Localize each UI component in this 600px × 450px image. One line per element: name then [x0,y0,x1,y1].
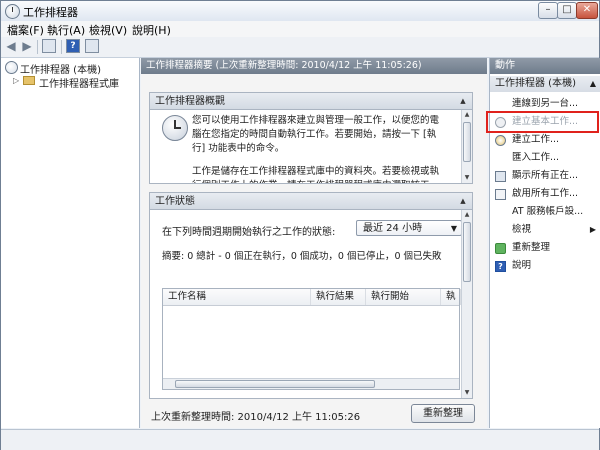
status-summary: 摘要: 0 總計 - 0 個正在執行，0 個成功，0 個已停止，0 個已失敗 [162,251,442,262]
column-header-start[interactable]: 執行開始 [366,289,441,305]
maximize-button[interactable]: □ [557,2,577,19]
history-icon [495,189,506,200]
collapse-icon[interactable]: ▲ [590,76,596,92]
status-title-text: 工作狀態 [155,196,195,207]
action-display-running[interactable]: 顯示所有正在... [490,168,600,184]
actions-header: 動作 [490,58,600,74]
create-task-icon [495,135,506,146]
action-enable-history[interactable]: 啟用所有工作... [490,186,600,202]
summary-header: 工作排程器摘要 (上次重新整理時間: 2010/4/12 上午 11:05:26… [141,58,487,74]
show-tree-icon[interactable] [42,39,56,53]
action-create-task[interactable]: 建立工作... [490,132,600,148]
tree-item-library[interactable]: ▷ 工作排程器程式庫 [1,75,139,90]
status-title[interactable]: 工作狀態 ▲ [150,193,472,210]
task-status-section: 工作狀態 ▲ 在下列時間週期開始執行之工作的狀態: 最近 24 小時 ▼ 摘要:… [149,192,473,399]
action-label: 啟用所有工作... [512,188,579,199]
clock-icon [5,4,20,19]
scroll-thumb[interactable] [175,380,375,388]
action-view[interactable]: 檢視 ▶ [490,222,600,238]
tree-item-root[interactable]: 工作排程器 (本機) [1,61,139,76]
action-label: AT 服務帳戶設... [512,206,584,217]
clock-icon [5,61,18,74]
actions-group-title: 工作排程器 (本機) [495,78,576,89]
title-bar: 工作排程器 – □ ✕ [1,1,599,22]
period-select[interactable]: 最近 24 小時 ▼ [356,220,462,236]
running-tasks-icon [495,171,506,182]
folder-icon [23,76,35,85]
close-button[interactable]: ✕ [576,2,598,19]
scroll-thumb[interactable] [463,122,471,162]
toolbar-separator [37,40,38,54]
overview-title-text: 工作排程器概觀 [155,96,225,107]
action-label: 連線到另一台... [512,98,579,109]
window-title: 工作排程器 [23,6,78,19]
toolbar-separator [61,40,62,54]
action-label: 重新整理 [512,242,551,253]
help-icon: ? [495,261,506,272]
action-connect[interactable]: 連線到另一台... [490,96,600,112]
tree-item-label: 工作排程器 (本機) [20,65,101,76]
tree-item-label: 工作排程器程式庫 [39,79,119,90]
period-select-value: 最近 24 小時 [363,223,423,234]
scroll-up-arrow-icon[interactable]: ▲ [462,110,472,120]
action-label: 說明 [512,260,532,271]
table-header: 工作名稱 執行結果 執行開始 執 [163,289,461,306]
collapse-icon[interactable]: ▲ [458,96,468,106]
overview-paragraph: 您可以使用工作排程器來建立與管理一般工作，以便您的電腦在您指定的時間自動執行工作… [192,115,440,154]
toolbar: ◀ ▶ ? [1,37,599,58]
status-period-label: 在下列時間週期開始執行之工作的狀態: [162,227,336,238]
scroll-up-arrow-icon[interactable]: ▲ [462,210,472,220]
column-header-task-name[interactable]: 工作名稱 [163,289,311,305]
action-at-service-account[interactable]: AT 服務帳戶設... [490,204,600,220]
overview-paragraph: 工作是儲存在工作排程器程式庫中的資料夾。若要檢視或執行個別工作上的作業，請在工作… [192,166,440,183]
actions-group-header[interactable]: 工作排程器 (本機) ▲ [490,76,600,92]
menu-help[interactable]: 說明(H) [132,22,171,38]
overview-section: 工作排程器概觀 ▲ 您可以使用工作排程器來建立與管理一般工作，以便您的電腦在您指… [149,92,473,184]
task-scheduler-window: 工作排程器 – □ ✕ 檔案(F) 執行(A) 檢視(V) 說明(H) ◀ ▶ … [0,0,600,450]
last-refresh-text: 上次重新整理時間: 2010/4/12 上午 11:05:26 [151,412,361,423]
refresh-button[interactable]: 重新整理 [411,404,475,423]
table-horizontal-scrollbar[interactable] [163,378,459,389]
expand-arrow-icon[interactable]: ▷ [13,76,19,85]
submenu-arrow-icon: ▶ [589,225,596,234]
summary-pane: 工作排程器摘要 (上次重新整理時間: 2010/4/12 上午 11:05:26… [141,58,487,428]
overview-scrollbar[interactable]: ▲ ▼ [461,110,472,183]
minimize-button[interactable]: – [538,2,558,19]
menu-action[interactable]: 執行(A) [47,22,85,38]
scroll-thumb[interactable] [463,222,471,282]
back-arrow-icon[interactable]: ◀ [4,40,18,53]
action-label: 匯入工作... [512,152,560,163]
overview-text: 您可以使用工作排程器來建立與管理一般工作，以便您的電腦在您指定的時間自動執行工作… [192,114,448,183]
action-import-task[interactable]: 匯入工作... [490,150,600,166]
help-icon[interactable]: ? [66,39,80,53]
action-help[interactable]: ? 說明 [490,258,600,274]
forward-arrow-icon[interactable]: ▶ [20,40,34,53]
menu-bar: 檔案(F) 執行(A) 檢視(V) 說明(H) [1,21,599,37]
clock-icon [162,115,188,141]
column-header-next[interactable]: 執 [441,289,461,305]
overview-title[interactable]: 工作排程器概觀 ▲ [150,93,472,110]
action-refresh[interactable]: 重新整理 [490,240,600,256]
action-label: 建立工作... [512,134,560,145]
menu-file[interactable]: 檔案(F) [7,22,44,38]
scroll-down-arrow-icon[interactable]: ▼ [462,388,472,398]
status-bar [1,429,599,450]
status-scrollbar[interactable]: ▲ ▼ [461,210,472,398]
overview-body: 您可以使用工作排程器來建立與管理一般工作，以便您的電腦在您指定的時間自動執行工作… [150,110,472,183]
chevron-down-icon: ▼ [450,224,457,233]
menu-view[interactable]: 檢視(V) [89,22,127,38]
column-header-result[interactable]: 執行結果 [311,289,366,305]
collapse-icon[interactable]: ▲ [458,196,468,206]
refresh-icon [495,243,506,254]
scroll-down-arrow-icon[interactable]: ▼ [462,173,472,183]
task-status-table: 工作名稱 執行結果 執行開始 執 [162,288,461,390]
navigation-tree: 工作排程器 (本機) ▷ 工作排程器程式庫 [1,58,140,428]
highlight-box [486,111,599,133]
action-label: 檢視 [512,224,532,235]
action-label: 顯示所有正在... [512,170,579,181]
show-actions-icon[interactable] [85,39,99,53]
